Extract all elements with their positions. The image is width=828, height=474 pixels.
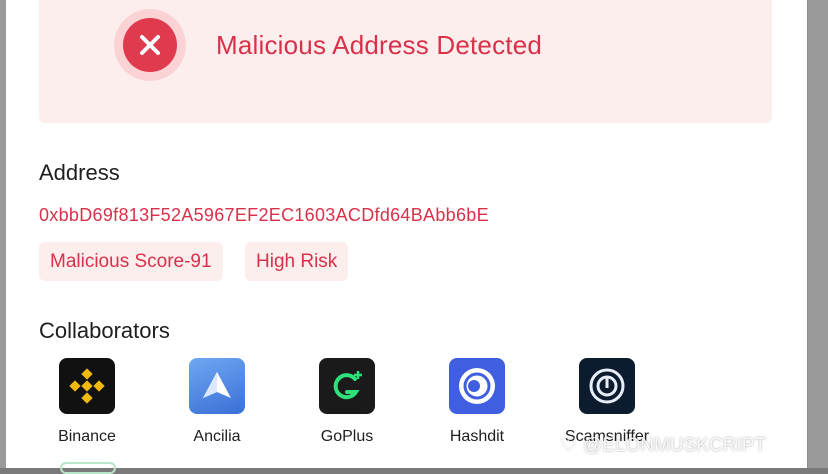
- collaborator-ancilia[interactable]: Ancilia: [162, 358, 272, 446]
- address-heading: Address: [39, 160, 120, 185]
- risk-modal: Malicious Address Detected Address 0xbbD…: [6, 0, 807, 474]
- malicious-score-badge: Malicious Score-91: [39, 242, 223, 281]
- collaborator-name: Hashdit: [449, 428, 505, 445]
- alert-banner: Malicious Address Detected: [39, 0, 772, 123]
- collaborator-scamsniffer[interactable]: Scamsniffer: [552, 358, 662, 446]
- watermark-text: @ELONMUSKCRIPT: [583, 434, 766, 456]
- collaborator-name: Ancilia: [193, 428, 241, 445]
- address-value[interactable]: 0xbbD69f813F52A5967EF2EC1603ACDfd64BAbb6…: [39, 205, 489, 226]
- background-right-edge: [808, 0, 828, 468]
- error-icon: [114, 9, 186, 81]
- collaborator-hashdit[interactable]: Hashdit: [422, 358, 532, 446]
- ancilia-logo-icon: [189, 358, 245, 414]
- risk-level-badge: High Risk: [245, 242, 349, 281]
- binance-logo-icon: [59, 358, 115, 414]
- scamsniffer-logo-icon: [579, 358, 635, 414]
- collaborator-logo-partial: [60, 462, 116, 474]
- heart-icon: ♡: [560, 435, 578, 456]
- hashdit-logo-icon: [449, 358, 505, 414]
- collaborator-binance[interactable]: Binance: [32, 358, 142, 446]
- collaborator-goplus[interactable]: GoPlus: [292, 358, 402, 446]
- goplus-logo-icon: [319, 358, 375, 414]
- watermark: ♡ @ELONMUSKCRIPT: [560, 434, 766, 457]
- collaborator-name: GoPlus: [320, 428, 374, 445]
- alert-title: Malicious Address Detected: [216, 30, 543, 60]
- collaborators-heading: Collaborators: [39, 318, 170, 343]
- collaborator-name: Binance: [58, 428, 116, 445]
